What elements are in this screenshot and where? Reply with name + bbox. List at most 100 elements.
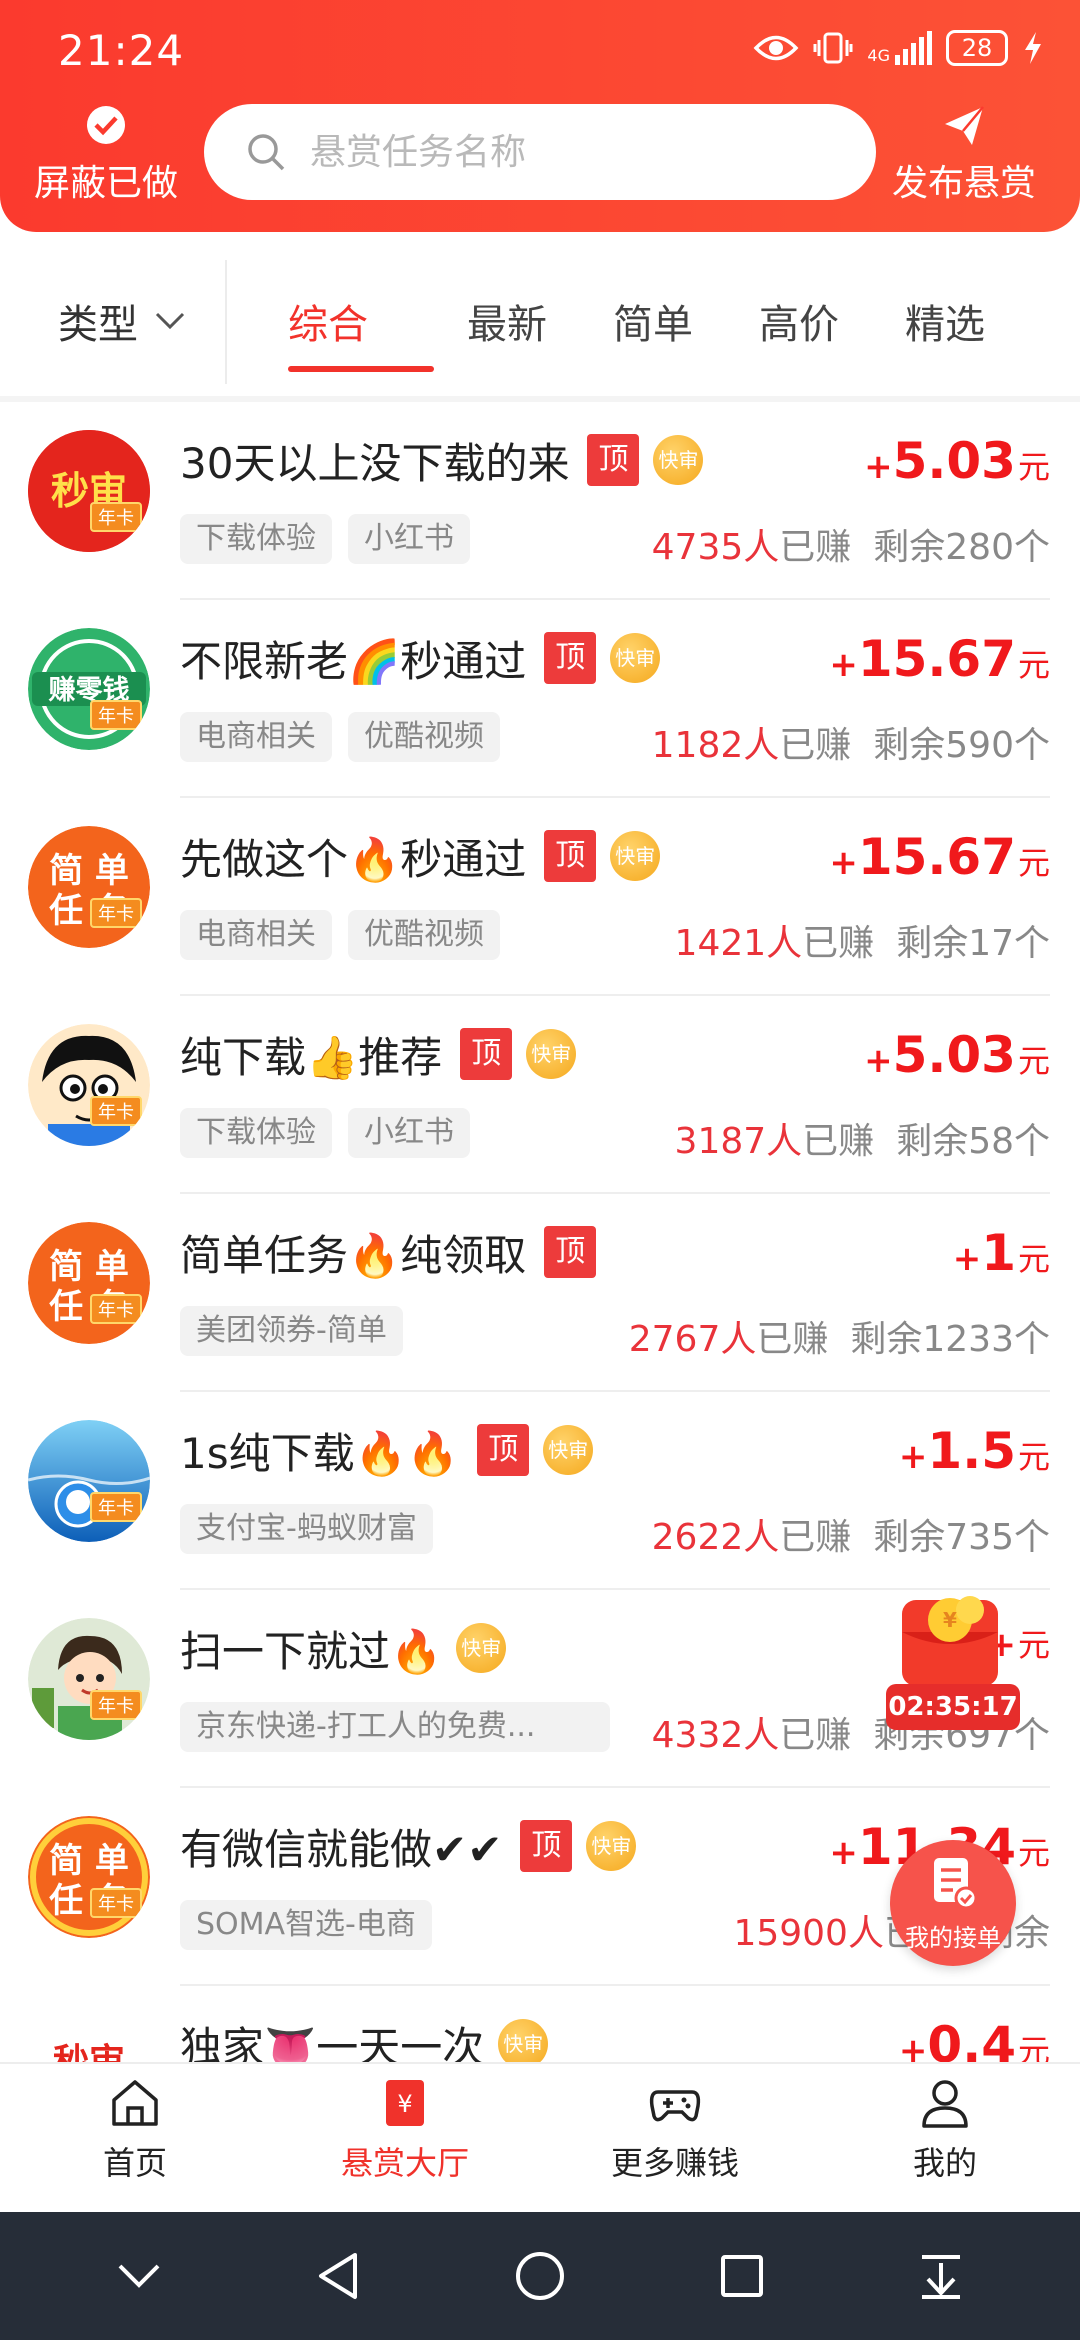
reward-amount: 15.67 [857, 630, 1016, 688]
task-avatar: 简 单任 务 年卡 [28, 1222, 150, 1344]
task-tags: SOMA智选-电商 [180, 1900, 432, 1950]
task-item[interactable]: 年卡 1s纯下载🔥🔥 顶 快审 支付宝-蚂蚁财富 +1.5 元 2622人已赚 剩余… [0, 1392, 1080, 1590]
reward-amount: 1.5 [927, 1422, 1016, 1480]
task-avatar: 年卡 [28, 1420, 150, 1542]
nav-more-earn[interactable]: 更多赚钱 [540, 2064, 810, 2212]
battery-indicator: 28 [946, 30, 1008, 66]
fast-review-badge: 快审 [653, 435, 704, 485]
task-item[interactable]: 简 单任 务 年卡 先做这个🔥秒通过 顶 快审 电商相关 优酷视频 +15.67… [0, 798, 1080, 996]
nav-reward-hall[interactable]: ¥ 悬赏大厅 [270, 2064, 540, 2212]
task-item[interactable]: 年卡 纯下载👍推荐 顶 快审 下载体验 小红书 +5.03 元 3187人已赚 剩余… [0, 996, 1080, 1194]
task-title: 独家👅一天一次 [180, 2022, 485, 2063]
top-badge: 顶 [544, 632, 597, 684]
charging-icon [1025, 32, 1041, 64]
task-item[interactable]: 赚零钱 年卡 不限新老🌈秒通过 顶 快审 电商相关 优酷视频 +15.67 元 1… [0, 600, 1080, 798]
top-badge: 顶 [477, 1424, 530, 1476]
fast-review-badge: 快审 [610, 633, 661, 683]
type-dropdown-label: 类型 [58, 302, 138, 348]
svg-text:¥: ¥ [943, 1608, 957, 1632]
nav-home[interactable]: 首页 [0, 2064, 270, 2212]
nav-reward-hall-label: 悬赏大厅 [340, 2144, 469, 2182]
task-tag: 优酷视频 [348, 910, 500, 960]
chevron-down-icon[interactable] [116, 2261, 162, 2291]
tab-high-price[interactable]: 高价 [726, 292, 872, 372]
task-title: 先做这个🔥秒通过 [180, 834, 527, 884]
nav-more-earn-label: 更多赚钱 [610, 2144, 739, 2182]
task-reward: +1.5 元 [898, 1422, 1050, 1480]
fast-review-badge: 快审 [456, 1623, 507, 1673]
nav-mine[interactable]: 我的 [810, 2064, 1080, 2212]
my-orders-button[interactable]: 我的接单 [890, 1840, 1016, 1966]
sort-tabs: 综合 最新 简单 高价 精选 [288, 292, 1018, 372]
reward-amount: 1 [981, 1224, 1016, 1282]
home-circle-icon[interactable] [514, 2250, 566, 2302]
svg-text:秒审: 秒审 [53, 2042, 125, 2062]
task-tags: 电商相关 优酷视频 [180, 910, 500, 960]
task-stats: 2622人已赚 剩余735个 [651, 1517, 1050, 1558]
task-item[interactable]: 简 单任 务 年卡 简单任务🔥纯领取 顶 美团领券-简单 +1 元 2767人已赚… [0, 1194, 1080, 1392]
task-reward: +15.67 元 [829, 828, 1050, 886]
task-stats: 1421人已赚 剩余17个 [674, 923, 1050, 964]
task-title: 纯下载👍推荐 [180, 1032, 443, 1082]
bottom-nav: 首页 ¥ 悬赏大厅 更多赚钱 我的 [0, 2062, 1080, 2212]
nav-home-label: 首页 [102, 2144, 167, 2182]
task-tags: 京东快递-打工人的免费... [180, 1702, 610, 1752]
task-tag: 京东快递-打工人的免费... [180, 1702, 610, 1752]
task-tags: 美团领券-简单 [180, 1306, 403, 1356]
task-tag: 小红书 [348, 1108, 470, 1158]
reward-amount: 15.67 [857, 828, 1016, 886]
recents-icon[interactable] [719, 2253, 765, 2299]
fast-review-badge: 快审 [586, 1821, 637, 1871]
task-tag: SOMA智选-电商 [180, 1900, 432, 1950]
task-stats: 4735人已赚 剩余280个 [651, 527, 1050, 568]
remaining-count: 剩余280个 [873, 527, 1050, 568]
task-tag: 小红书 [348, 514, 470, 564]
svg-text:简 单: 简 单 [49, 851, 129, 891]
earned-count: 4332人 [651, 1715, 780, 1756]
search-bar[interactable] [204, 104, 876, 200]
countdown-timer[interactable]: 02:35:17 [886, 1684, 1020, 1730]
notification-pull-icon[interactable] [918, 2251, 964, 2301]
paper-plane-icon [945, 106, 984, 145]
tab-comprehensive[interactable]: 综合 [288, 292, 434, 372]
my-orders-label: 我的接单 [905, 1924, 1001, 1952]
type-dropdown[interactable]: 类型 [58, 292, 186, 350]
task-tags: 支付宝-蚂蚁财富 [180, 1504, 433, 1554]
reward-amount: 0.4 [927, 2016, 1016, 2062]
check-circle-icon [87, 106, 125, 144]
top-badge: 顶 [520, 1820, 573, 1872]
earned-count: 1182人 [651, 725, 780, 766]
task-title: 不限新老🌈秒通过 [180, 636, 527, 686]
task-reward: +5.03 元 [864, 432, 1050, 490]
tab-simple[interactable]: 简单 [580, 292, 726, 372]
publish-reward-label: 发布悬赏 [891, 163, 1036, 204]
gamepad-icon [649, 2090, 701, 2122]
task-title: 扫一下就过🔥 [180, 1626, 443, 1676]
top-badge: 顶 [460, 1028, 513, 1080]
fast-review-badge: 快审 [610, 831, 661, 881]
shield-done-button[interactable]: 屏蔽已做 [26, 104, 186, 206]
task-avatar: 秒审 [28, 2014, 150, 2062]
tab-featured[interactable]: 精选 [872, 292, 1018, 372]
task-title: 1s纯下载🔥🔥 [180, 1428, 460, 1478]
year-card-badge: 年卡 [90, 700, 142, 730]
year-card-badge: 年卡 [90, 502, 142, 532]
publish-reward-button[interactable]: 发布悬赏 [874, 104, 1054, 206]
year-card-badge: 年卡 [90, 1096, 142, 1126]
fast-review-badge: 快审 [543, 1425, 594, 1475]
chevron-down-icon [155, 312, 185, 330]
year-card-badge: 年卡 [90, 1690, 142, 1720]
earned-count: 3187人 [674, 1121, 803, 1162]
task-avatar: 秒审 年卡 [28, 430, 150, 552]
search-input[interactable] [310, 131, 830, 173]
reward-amount: 5.03 [892, 1026, 1016, 1084]
status-icons: 4G 28 [753, 30, 1044, 66]
top-badge: 顶 [587, 434, 640, 486]
fast-review-badge: 快审 [498, 2019, 549, 2062]
back-icon[interactable] [315, 2251, 361, 2301]
task-item[interactable]: 秒审 独家👅一天一次 快审 +0.4元 [0, 1986, 1080, 2062]
tab-latest[interactable]: 最新 [434, 292, 580, 372]
task-stats: 3187人已赚 剩余58个 [674, 1121, 1050, 1162]
task-item[interactable]: 秒审 年卡 30天以上没下载的来 顶 快审 下载体验 小红书 +5.03 元 47… [0, 402, 1080, 600]
reward-amount: 5.03 [892, 432, 1016, 490]
